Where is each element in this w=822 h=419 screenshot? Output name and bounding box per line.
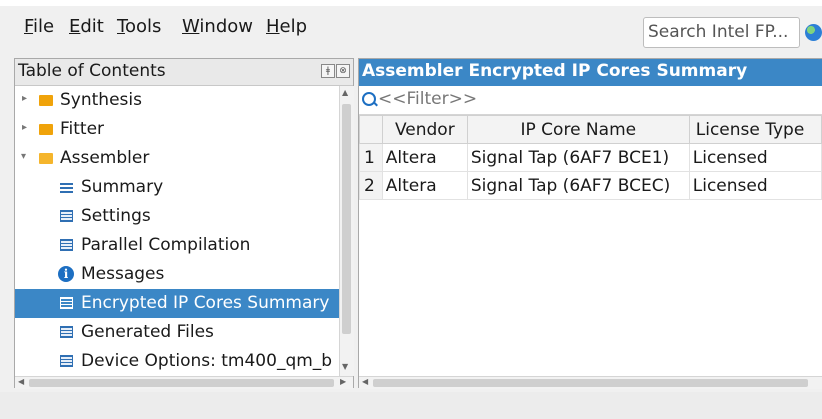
filter-input[interactable]: <<Filter>>	[378, 89, 477, 109]
tree-item-summary[interactable]: Summary	[15, 173, 339, 202]
pin-icon[interactable]: ǂ	[321, 64, 335, 78]
table-header-row: Vendor IP Core Name License Type	[359, 115, 822, 144]
globe-icon[interactable]	[805, 24, 822, 41]
tree-item-device-options[interactable]: Device Options: tm400_qm_b	[15, 347, 339, 376]
status-bar	[0, 392, 822, 419]
tree-item-messages[interactable]: i Messages	[15, 260, 339, 289]
toc-horizontal-scrollbar[interactable]: ◀ ▶	[15, 376, 353, 389]
ip-core-name-cell: Signal Tap (6AF7 BCEC)	[466, 171, 690, 200]
menu-tools[interactable]: Tools	[117, 16, 161, 37]
toc-title: Table of Contents	[18, 61, 166, 81]
scrollbar-thumb[interactable]	[373, 379, 808, 387]
scroll-up-icon[interactable]: ▲	[342, 88, 348, 97]
tree-item-label: Messages	[81, 264, 165, 284]
search-input[interactable]: Search Intel FP...	[643, 17, 800, 48]
menu-file[interactable]: File	[24, 16, 54, 37]
tree-item-synthesis[interactable]: ▸ Synthesis	[15, 86, 339, 115]
tree-item-label: Device Options: tm400_qm_b	[81, 351, 333, 371]
tree-item-assembler[interactable]: ▾ Assembler	[15, 144, 339, 173]
report-panel: Assembler Encrypted IP Cores Summary <<F…	[358, 58, 822, 389]
ip-core-name-cell: Signal Tap (6AF7 BCE1)	[466, 143, 690, 172]
tree-item-parallel-compilation[interactable]: Parallel Compilation	[15, 231, 339, 260]
tree-item-generated-files[interactable]: Generated Files	[15, 318, 339, 347]
vendor-cell: Altera	[381, 171, 468, 200]
report-title: Assembler Encrypted IP Cores Summary	[362, 61, 748, 81]
table-icon	[60, 297, 73, 309]
tree-item-encrypted-ip-cores-summary[interactable]: Encrypted IP Cores Summary	[15, 289, 339, 318]
chevron-down-icon[interactable]: ▾	[21, 151, 26, 162]
table-icon	[60, 326, 73, 338]
folder-icon	[39, 95, 53, 106]
tree-item-label: Settings	[81, 206, 151, 226]
search-icon[interactable]	[362, 92, 376, 106]
table-icon	[60, 210, 73, 222]
license-type-cell: Licensed	[688, 143, 822, 172]
tree-item-label: Synthesis	[60, 90, 142, 110]
scroll-down-icon[interactable]: ▼	[342, 362, 348, 371]
menu-help[interactable]: Help	[266, 16, 307, 37]
folder-open-icon	[39, 153, 53, 164]
tree-item-label: Encrypted IP Cores Summary	[81, 293, 330, 313]
column-header-vendor[interactable]: Vendor	[381, 115, 468, 144]
table-icon	[60, 355, 73, 367]
report-table: Vendor IP Core Name License Type 1 Alter…	[359, 115, 822, 200]
scrollbar-thumb[interactable]	[342, 104, 351, 334]
scroll-left-icon[interactable]: ◀	[18, 377, 24, 386]
tree-item-settings[interactable]: Settings	[15, 202, 339, 231]
column-header-index[interactable]	[359, 115, 383, 144]
info-icon: i	[58, 266, 74, 282]
close-icon[interactable]: ⊗	[336, 64, 350, 78]
toc-vertical-scrollbar[interactable]: ▲ ▼	[339, 86, 354, 376]
chevron-right-icon[interactable]: ▸	[22, 93, 27, 104]
column-header-license-type[interactable]: License Type	[688, 115, 822, 144]
tree-item-label: Assembler	[60, 148, 150, 168]
row-index: 2	[359, 171, 383, 200]
vendor-cell: Altera	[381, 143, 468, 172]
menu-edit[interactable]: Edit	[69, 16, 104, 37]
scroll-left-icon[interactable]: ◀	[362, 377, 368, 386]
report-horizontal-scrollbar[interactable]: ◀	[359, 376, 822, 389]
scroll-right-icon[interactable]: ▶	[340, 377, 346, 386]
column-header-ip-core-name[interactable]: IP Core Name	[466, 115, 690, 144]
menu-window[interactable]: Window	[182, 16, 253, 37]
row-index: 1	[359, 143, 383, 172]
license-type-cell: Licensed	[688, 171, 822, 200]
scrollbar-thumb[interactable]	[29, 379, 334, 387]
tree-item-fitter[interactable]: ▸ Fitter	[15, 115, 339, 144]
tree-item-label: Summary	[81, 177, 164, 197]
table-row[interactable]: 1 Altera Signal Tap (6AF7 BCE1) Licensed	[359, 143, 822, 172]
table-icon	[60, 239, 73, 251]
folder-icon	[39, 124, 53, 135]
tree-item-label: Parallel Compilation	[81, 235, 251, 255]
tree-item-label: Generated Files	[81, 322, 214, 342]
tree-item-label: Fitter	[60, 119, 105, 139]
table-row[interactable]: 2 Altera Signal Tap (6AF7 BCEC) Licensed	[359, 171, 822, 200]
list-icon	[60, 182, 73, 193]
toc-tree: ▸ Synthesis ▸ Fitter ▾ Assembler Summary…	[15, 86, 339, 376]
chevron-right-icon[interactable]: ▸	[22, 122, 27, 133]
report-header: Assembler Encrypted IP Cores Summary	[359, 59, 822, 86]
toc-header: Table of Contents ǂ ⊗	[15, 59, 353, 86]
table-of-contents-panel: Table of Contents ǂ ⊗ ▸ Synthesis ▸ Fitt…	[14, 58, 354, 389]
filter-bar[interactable]: <<Filter>>	[359, 86, 822, 115]
